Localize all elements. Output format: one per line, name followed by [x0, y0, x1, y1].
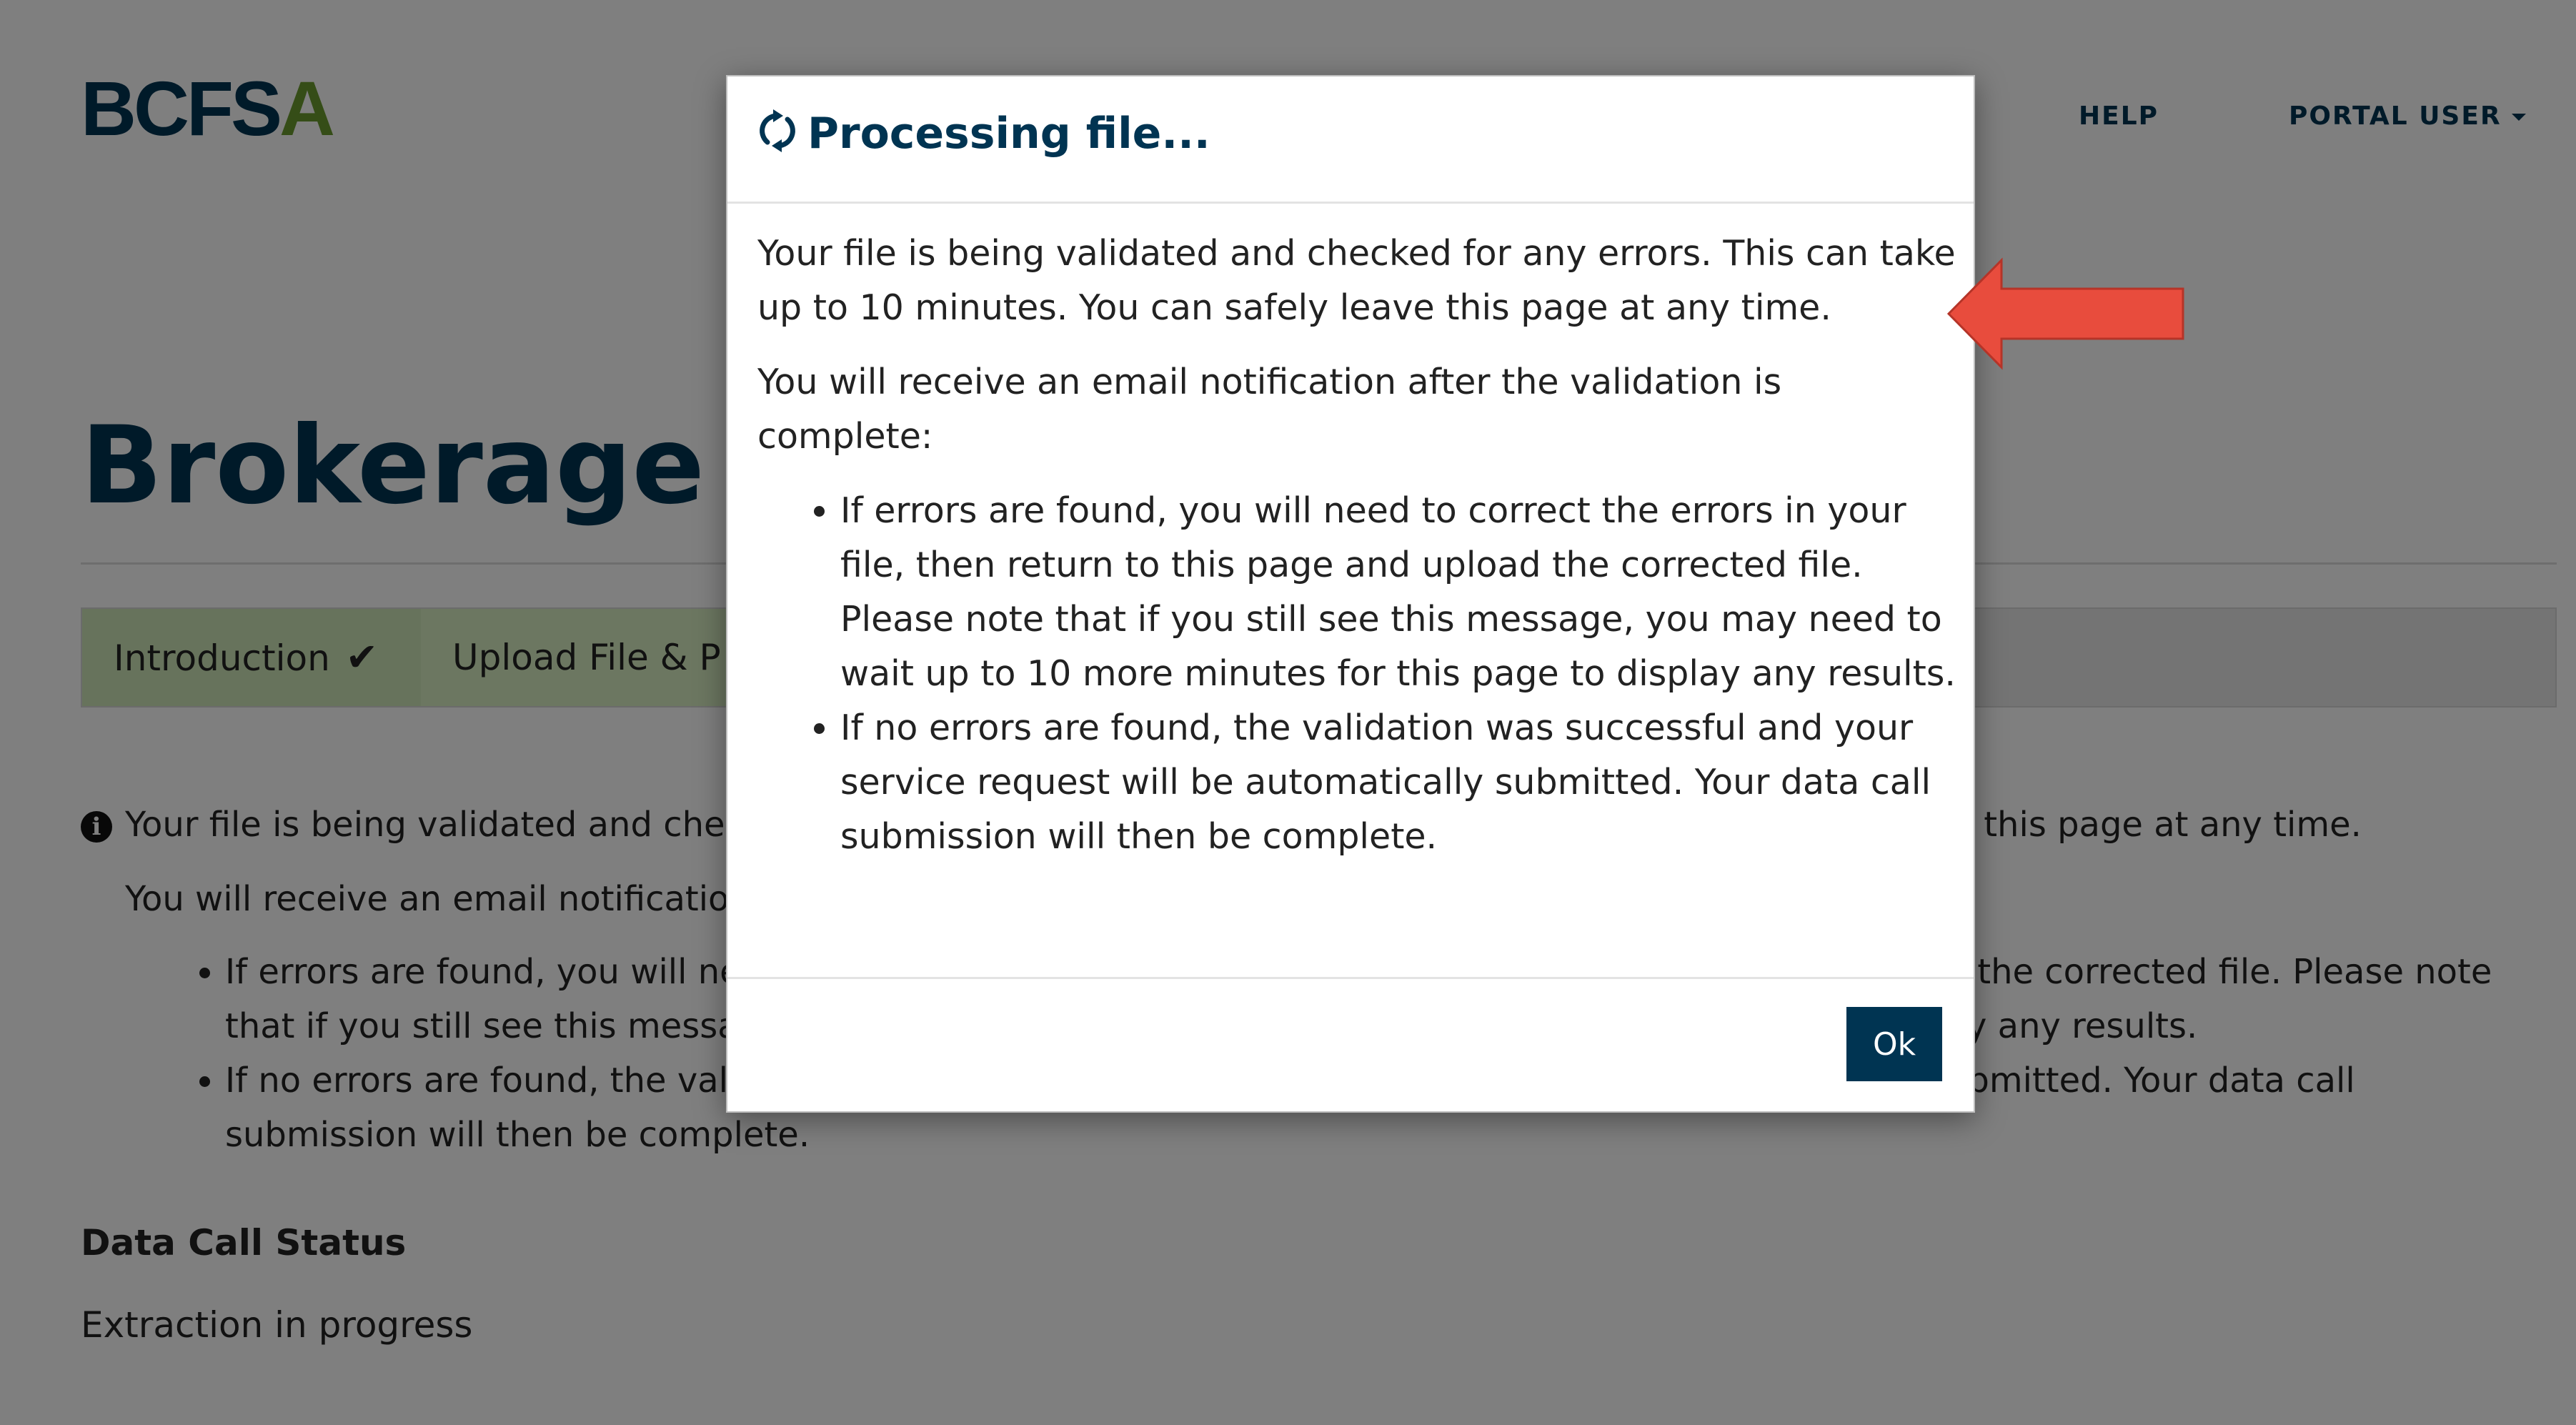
modal-bullet-list: If errors are found, you will need to co… [757, 484, 1958, 864]
modal-header: Processing file... [727, 76, 1974, 204]
modal-footer-divider [727, 977, 1974, 979]
list-item: If no errors are found, the validation w… [840, 701, 1958, 864]
arrow-left-icon [1946, 257, 2184, 370]
modal-body: Your file is being validated and checked… [757, 227, 1958, 864]
modal-title-text: Processing file... [807, 109, 1210, 159]
ok-button[interactable]: Ok [1846, 1007, 1942, 1081]
modal-paragraph-1: Your file is being validated and checked… [757, 233, 1956, 328]
modal-title: Processing file... [756, 108, 1210, 159]
modal-paragraph-2: You will receive an email notification a… [757, 362, 1782, 457]
refresh-icon [760, 109, 795, 152]
list-item: If errors are found, you will need to co… [840, 484, 1958, 701]
browser-viewport: BCFSA HELP PORTAL USER Brokerage Data Ca… [16, 7, 2576, 1425]
processing-file-dialog: Processing file... Your file is being va… [726, 75, 1975, 1113]
